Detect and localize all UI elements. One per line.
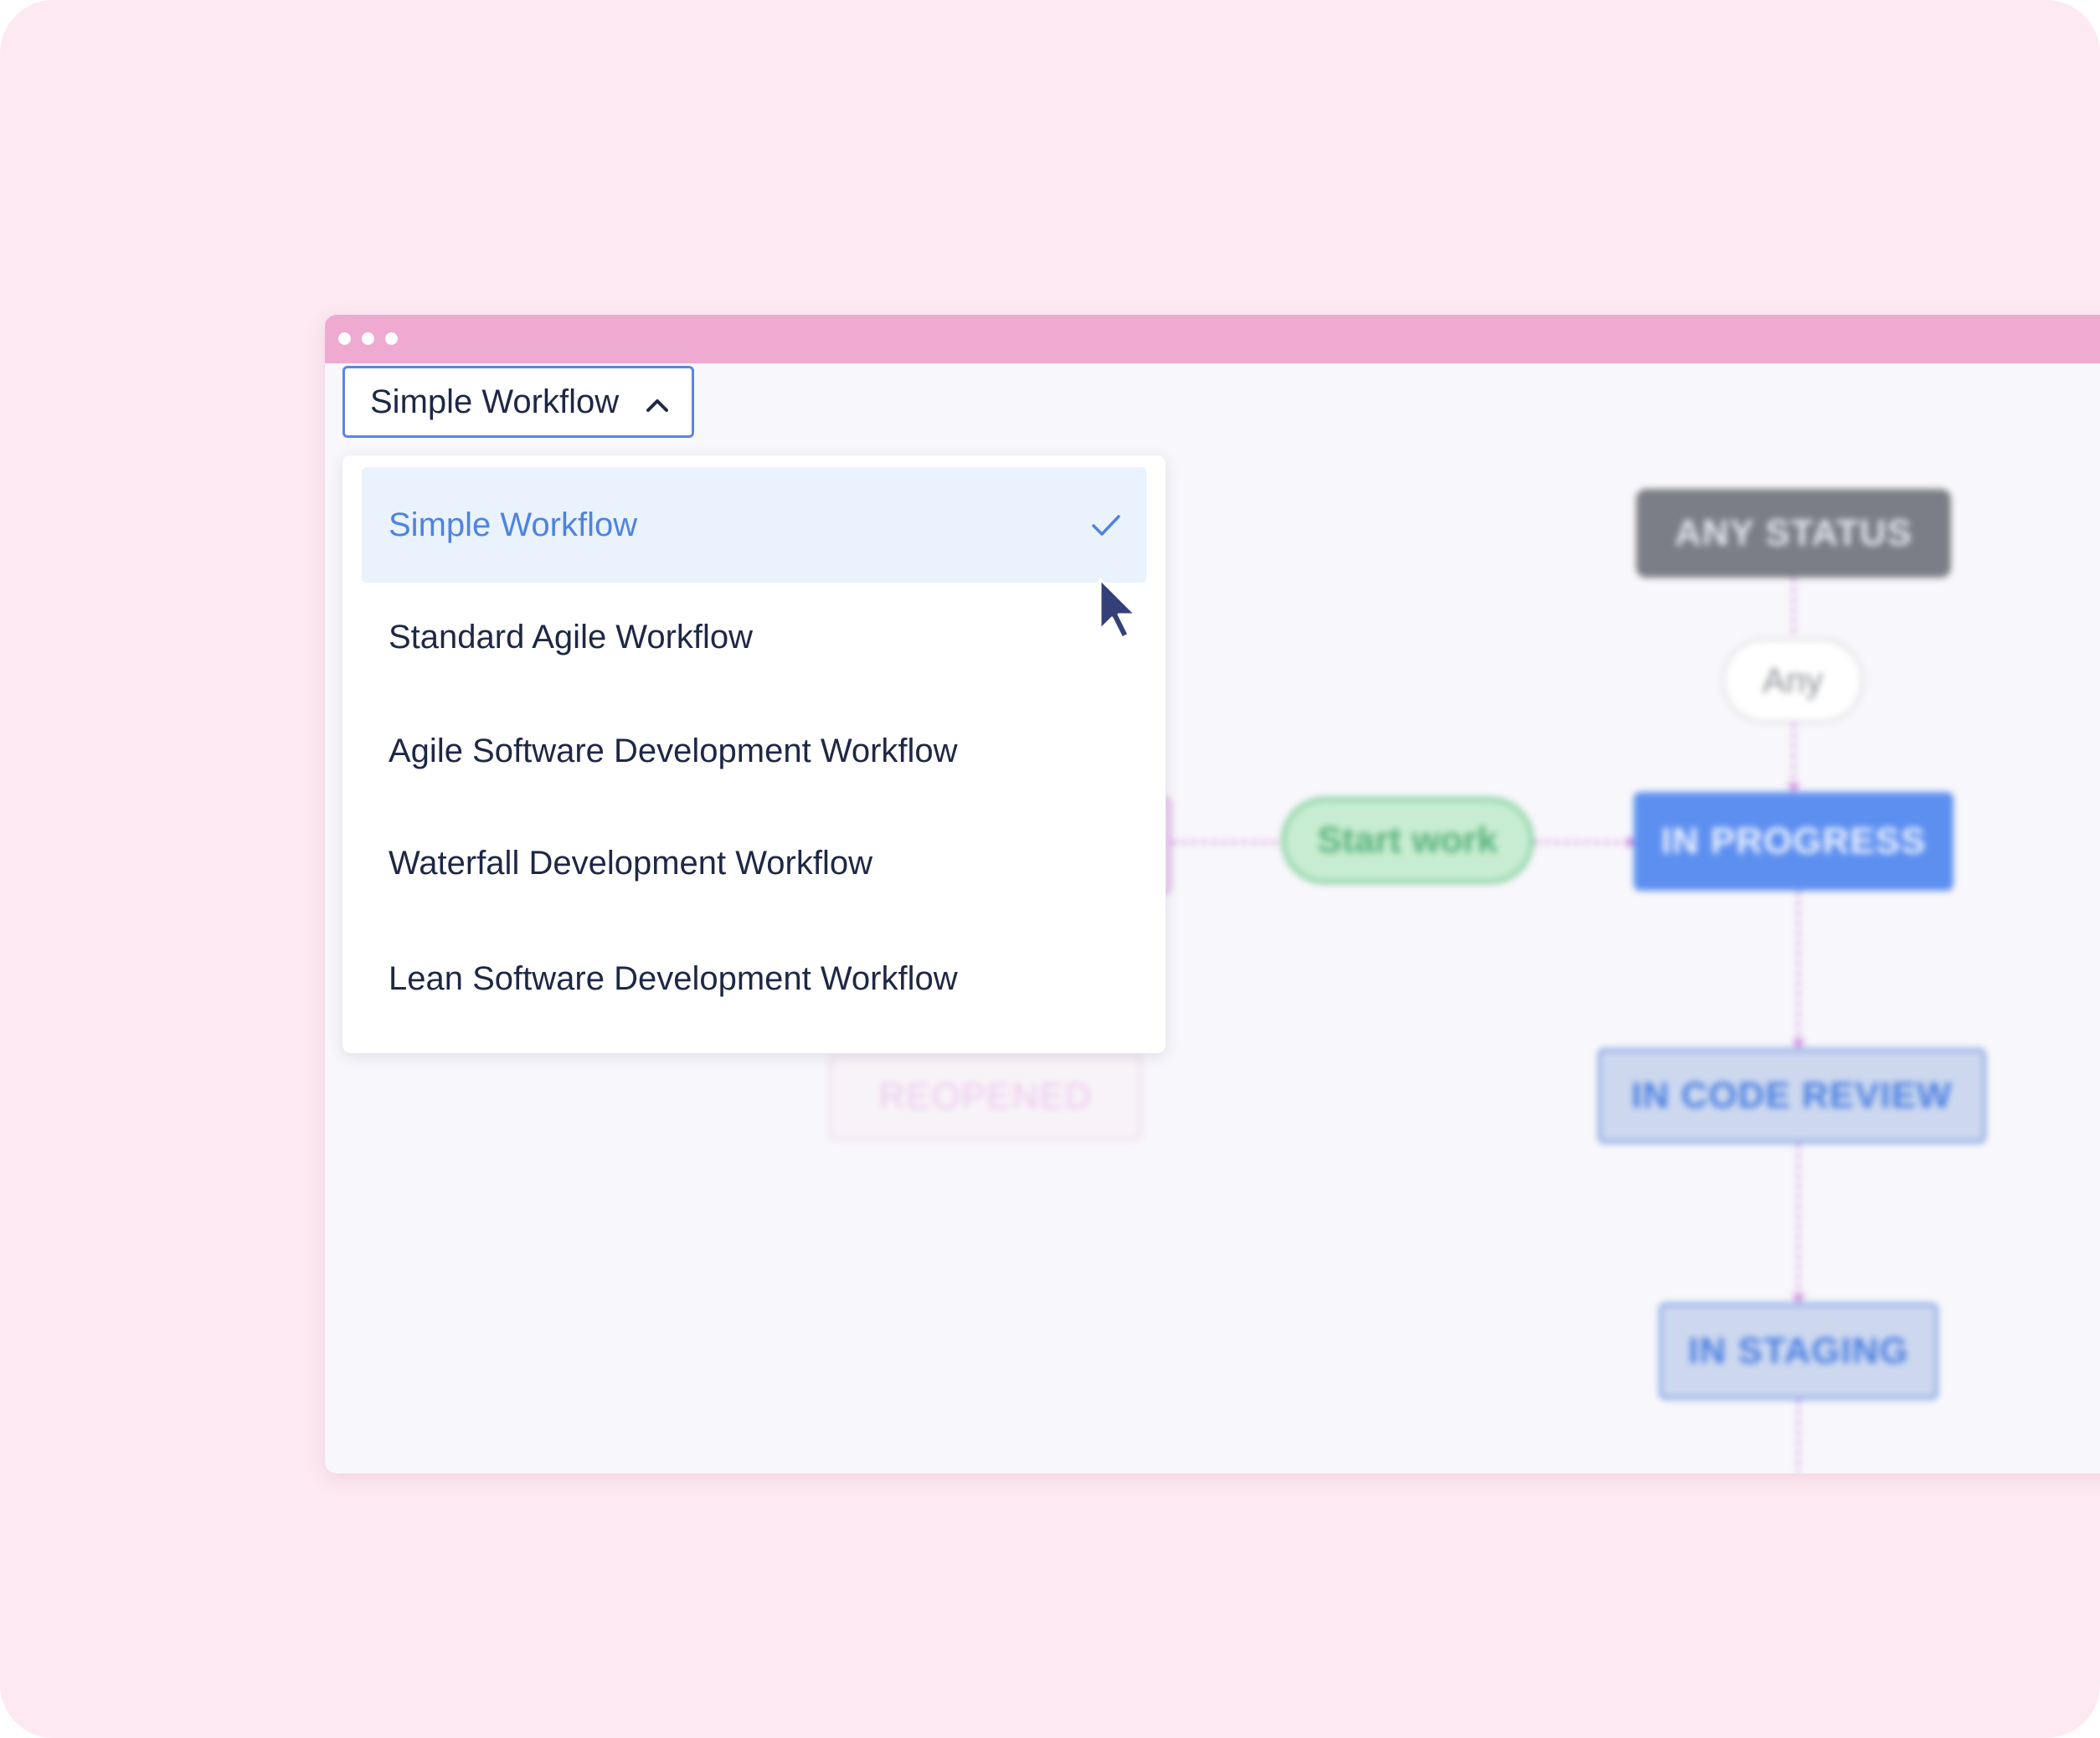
status-node-in-staging[interactable]: IN STAGING — [1659, 1303, 1938, 1400]
chevron-up-icon — [646, 399, 668, 412]
dropdown-option-waterfall-development-workflow[interactable]: Waterfall Development Workflow — [342, 809, 1166, 918]
app-window: ANY STATUS Any Start work IN PROGRESS IN… — [325, 315, 2100, 1473]
mouse-pointer-icon — [1099, 578, 1137, 640]
dropdown-option-label: Lean Software Development Workflow — [389, 959, 958, 997]
workflow-select-value: Simple Workflow — [370, 383, 620, 420]
arrowhead — [1792, 1040, 1805, 1048]
transition-node-start-work[interactable]: Start work — [1281, 797, 1534, 884]
dropdown-option-label: Standard Agile Workflow — [389, 618, 754, 656]
workflow-select[interactable]: Simple Workflow — [342, 366, 694, 438]
status-node-reopened[interactable]: REOPENED — [829, 1053, 1142, 1140]
workflow-dropdown-menu: Simple Workflow Standard Agile Workflow … — [342, 455, 1166, 1053]
arrowhead — [1787, 784, 1800, 792]
background-canvas: ANY STATUS Any Start work IN PROGRESS IN… — [0, 0, 2100, 1738]
status-node-in-progress[interactable]: IN PROGRESS — [1634, 792, 1953, 891]
window-control-dot[interactable] — [362, 332, 374, 345]
dropdown-option-agile-software-development-workflow[interactable]: Agile Software Development Workflow — [342, 697, 1166, 805]
dropdown-option-standard-agile-workflow[interactable]: Standard Agile Workflow — [342, 583, 1166, 692]
transition-node-any[interactable]: Any — [1722, 638, 1864, 723]
window-control-dot[interactable] — [338, 332, 351, 345]
status-node-in-code-review[interactable]: IN CODE REVIEW — [1598, 1048, 1986, 1144]
window-control-dot[interactable] — [385, 332, 398, 345]
window-titlebar — [325, 315, 2100, 363]
dropdown-option-label: Waterfall Development Workflow — [389, 844, 872, 882]
dropdown-option-label: Agile Software Development Workflow — [389, 732, 958, 769]
dropdown-option-label: Simple Workflow — [389, 506, 638, 543]
check-icon — [1092, 515, 1120, 536]
status-node-any-status[interactable]: ANY STATUS — [1636, 489, 1951, 578]
dropdown-option-lean-software-development-workflow[interactable]: Lean Software Development Workflow — [342, 924, 1166, 1033]
dropdown-option-simple-workflow[interactable]: Simple Workflow — [362, 467, 1146, 583]
arrowhead — [1792, 1294, 1805, 1303]
